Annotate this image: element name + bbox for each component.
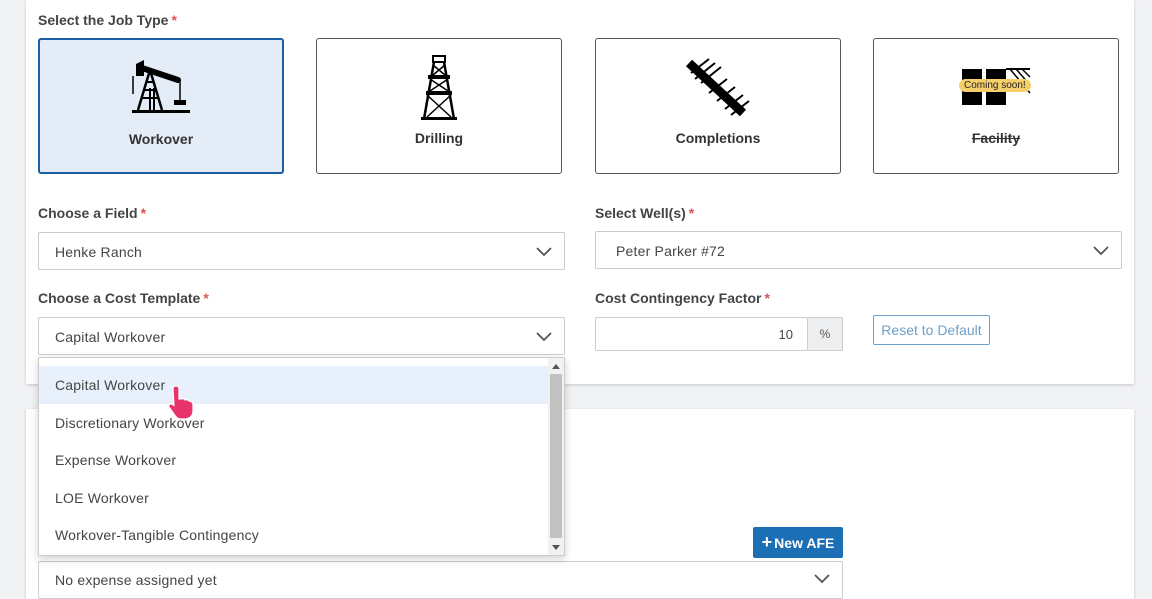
cost-template-select[interactable]: Capital Workover [38, 317, 565, 355]
dropdown-option-label: Workover-Tangible Contingency [55, 527, 259, 543]
chevron-down-icon [814, 574, 830, 584]
new-afe-button[interactable]: + New AFE [753, 527, 843, 558]
job-tile-label: Completions [675, 130, 761, 146]
required-mark: * [171, 12, 177, 28]
scroll-up-arrow-icon[interactable] [548, 360, 564, 374]
cost-template-label: Choose a Cost Template * [38, 290, 209, 306]
dropdown-option[interactable]: Expense Workover [39, 441, 549, 479]
wells-label: Select Well(s) * [595, 205, 694, 221]
reset-to-default-button[interactable]: Reset to Default [873, 315, 990, 345]
chevron-down-icon [536, 247, 552, 257]
hand-cursor-icon [168, 386, 194, 420]
wells-select[interactable]: Peter Parker #72 [595, 231, 1122, 269]
job-tile-drilling[interactable]: Drilling [316, 38, 562, 174]
field-label: Choose a Field * [38, 205, 146, 221]
expense-select-value: No expense assigned yet [55, 572, 217, 588]
job-tile-facility[interactable]: Coming soon! Facility [873, 38, 1119, 174]
job-type-label: Select the Job Type * [38, 12, 177, 28]
job-tile-completions[interactable]: Completions [595, 38, 841, 174]
wells-label-text: Select Well(s) [595, 205, 686, 221]
scroll-thumb[interactable] [550, 374, 562, 538]
dropdown-option[interactable]: Workover-Tangible Contingency [39, 516, 549, 554]
plus-icon: + [761, 532, 773, 552]
dropdown-option-label: Expense Workover [55, 452, 177, 468]
coming-soon-badge: Coming soon! [959, 79, 1031, 92]
required-mark: * [764, 290, 770, 306]
field-select-value: Henke Ranch [55, 244, 143, 260]
pumpjack-icon [132, 60, 190, 113]
job-tile-label: Drilling [414, 130, 464, 146]
contingency-value: 10 [778, 327, 793, 342]
field-label-text: Choose a Field [38, 205, 138, 221]
job-tile-label: Workover [128, 131, 194, 147]
dropdown-option-label: Capital Workover [55, 377, 166, 393]
required-mark: * [203, 290, 209, 306]
completions-pipe-icon [685, 58, 750, 117]
dropdown-scrollbar[interactable] [548, 358, 564, 555]
contingency-input[interactable]: 10 [595, 317, 808, 351]
dropdown-option[interactable]: Discretionary Workover [39, 404, 549, 442]
cost-template-label-text: Choose a Cost Template [38, 290, 201, 306]
dropdown-option[interactable]: LOE Workover [39, 479, 549, 517]
expense-select[interactable]: No expense assigned yet [38, 561, 843, 599]
scroll-down-arrow-icon[interactable] [548, 540, 564, 554]
job-tile-workover[interactable]: Workover [38, 38, 284, 174]
contingency-label: Cost Contingency Factor * [595, 290, 770, 306]
chevron-down-icon [536, 332, 552, 342]
new-afe-label: New AFE [774, 535, 835, 551]
percent-addon: % [808, 317, 843, 351]
wells-select-value: Peter Parker #72 [616, 243, 726, 259]
contingency-label-text: Cost Contingency Factor [595, 290, 762, 306]
field-select[interactable]: Henke Ranch [38, 232, 565, 270]
job-type-label-text: Select the Job Type [38, 12, 169, 28]
chevron-down-icon [1093, 246, 1109, 256]
cost-template-dropdown: Capital Workover Discretionary Workover … [38, 357, 565, 556]
dropdown-option-label: LOE Workover [55, 490, 149, 506]
required-mark: * [688, 205, 695, 221]
job-tile-label: Facility [971, 130, 1021, 146]
required-mark: * [140, 205, 147, 221]
dropdown-option[interactable]: Capital Workover [39, 366, 549, 404]
cost-template-select-value: Capital Workover [55, 329, 166, 345]
drilling-rig-icon [421, 55, 457, 120]
